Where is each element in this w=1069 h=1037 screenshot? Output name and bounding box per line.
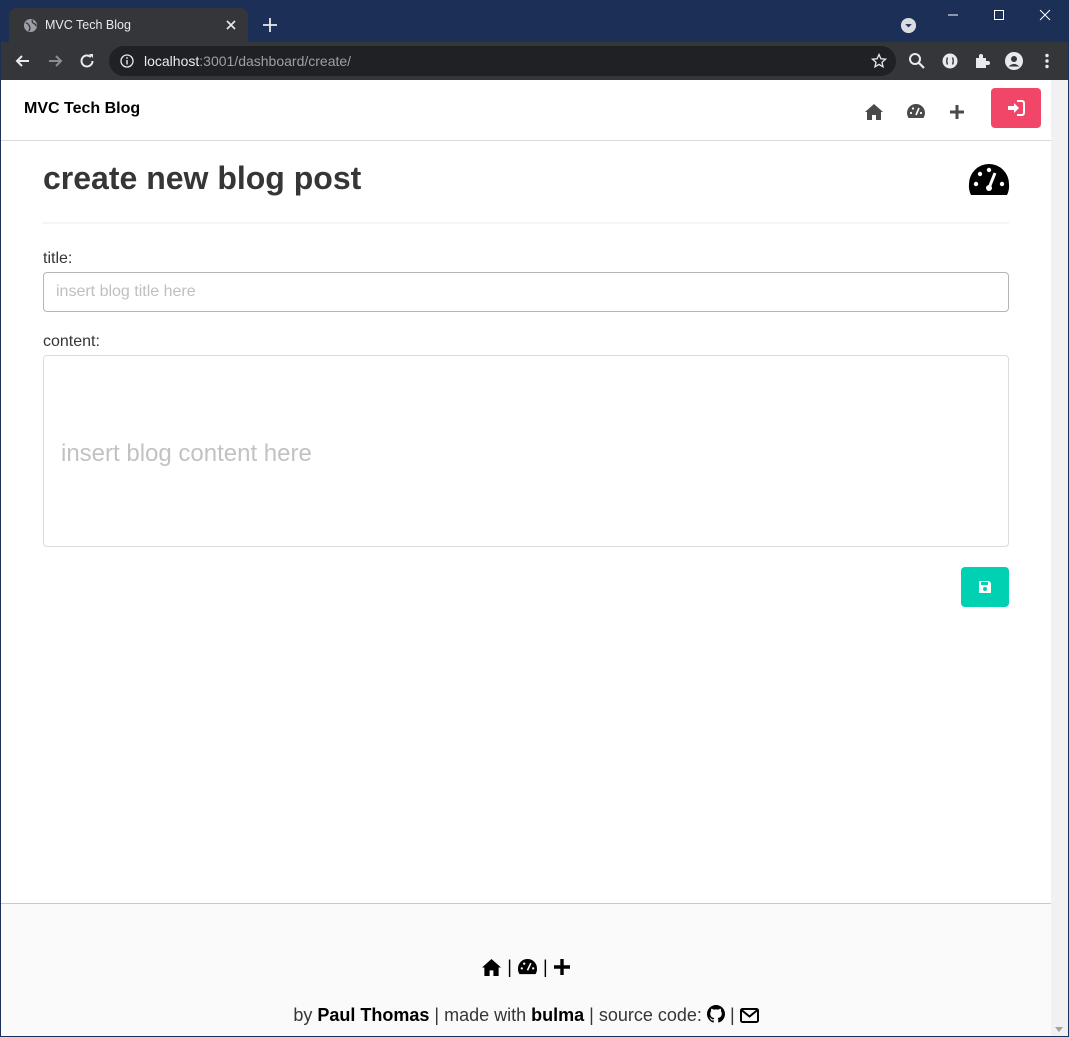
close-window-button[interactable] <box>1022 0 1068 30</box>
source-code-text: | source code: <box>589 1005 702 1025</box>
site-info-icon[interactable] <box>120 54 134 68</box>
page-title: create new blog post <box>43 160 362 196</box>
forward-icon[interactable] <box>45 51 65 71</box>
globe-icon <box>23 18 38 33</box>
footer-nav: | | <box>1 956 1051 978</box>
browser-tab[interactable]: MVC Tech Blog <box>9 8 248 43</box>
save-button[interactable] <box>961 567 1009 607</box>
envelope-icon[interactable] <box>739 1008 759 1023</box>
site-footer: | | by Paul Thomas | made with bulma | s… <box>1 903 1051 1036</box>
bookmark-star-icon[interactable] <box>871 53 887 69</box>
title-input[interactable] <box>43 272 1009 312</box>
address-bar[interactable]: localhost:3001/dashboard/create/ <box>109 46 896 76</box>
minimize-icon <box>948 14 958 16</box>
maximize-button[interactable] <box>976 0 1022 30</box>
page-content: MVC Tech Blog create new blog post title… <box>1 80 1051 1036</box>
browser-window: MVC Tech Blog localhost:3001/dashboard/c… <box>0 0 1069 1037</box>
dashboard-icon[interactable] <box>517 958 538 976</box>
separator: | <box>729 1005 735 1025</box>
back-icon[interactable] <box>13 51 33 71</box>
url-host: localhost <box>144 53 200 69</box>
sign-in-icon <box>1008 100 1025 116</box>
scroll-down-arrow-icon[interactable] <box>1055 1027 1063 1032</box>
login-button[interactable] <box>991 88 1041 128</box>
tab-search-icon[interactable] <box>900 17 917 34</box>
title-label: title: <box>43 250 73 267</box>
content-textarea[interactable] <box>43 355 1009 547</box>
author-link[interactable]: Paul Thomas <box>317 1005 429 1025</box>
browser-toolbar: localhost:3001/dashboard/create/ <box>1 42 1068 80</box>
footer-credits: by Paul Thomas | made with bulma | sourc… <box>1 1005 1051 1026</box>
url-text: localhost:3001/dashboard/create/ <box>144 53 351 69</box>
plus-icon[interactable] <box>946 101 968 123</box>
dashboard-icon <box>968 164 1010 195</box>
tab-title: MVC Tech Blog <box>45 18 131 32</box>
separator: | <box>543 956 548 977</box>
brand-link[interactable]: MVC Tech Blog <box>24 100 140 118</box>
content-label: content: <box>43 333 100 350</box>
browser-menu-icon[interactable] <box>1037 51 1057 71</box>
maximize-icon <box>994 10 1004 20</box>
zoom-search-icon[interactable] <box>907 51 927 71</box>
by-text: by <box>293 1005 313 1025</box>
extensions-puzzle-icon[interactable] <box>972 51 992 71</box>
home-icon[interactable] <box>481 958 502 977</box>
profile-avatar-icon[interactable] <box>1004 51 1024 71</box>
made-with-text: | made with <box>434 1005 527 1025</box>
reload-icon[interactable] <box>77 51 97 71</box>
url-path: :3001/dashboard/create/ <box>199 53 352 69</box>
dashboard-icon[interactable] <box>905 101 927 123</box>
vertical-scrollbar[interactable] <box>1051 80 1068 1036</box>
new-tab-icon[interactable] <box>260 15 280 35</box>
separator: | <box>507 956 512 977</box>
plus-icon[interactable] <box>553 958 571 976</box>
github-icon[interactable] <box>706 1005 725 1023</box>
save-icon <box>979 581 991 593</box>
divider <box>43 222 1009 224</box>
tab-strip: MVC Tech Blog <box>0 0 1069 43</box>
extension-icon[interactable] <box>940 51 960 71</box>
minimize-button[interactable] <box>930 0 976 30</box>
page-viewport: MVC Tech Blog create new blog post title… <box>1 80 1068 1036</box>
site-navbar: MVC Tech Blog <box>1 80 1051 141</box>
close-tab-icon[interactable] <box>223 17 239 33</box>
close-window-icon <box>1039 9 1051 21</box>
bulma-link[interactable]: bulma <box>531 1005 584 1025</box>
home-icon[interactable] <box>863 101 885 123</box>
